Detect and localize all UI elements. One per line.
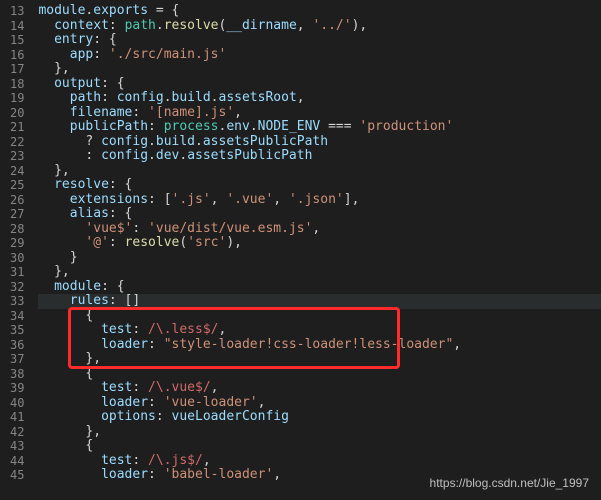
code-line[interactable]: ? config.build.assetsPublicPath xyxy=(38,135,601,150)
code-line[interactable]: } xyxy=(38,251,601,266)
code-line[interactable]: }, xyxy=(38,352,601,367)
line-number: 15 xyxy=(10,33,24,48)
line-number: 22 xyxy=(10,135,24,150)
code-line[interactable]: { xyxy=(38,439,601,454)
code-line[interactable]: entry: { xyxy=(38,33,601,48)
line-number: 19 xyxy=(10,91,24,106)
code-editor[interactable]: 1314151617181920212223242526272829303132… xyxy=(0,0,601,500)
code-line[interactable]: }, xyxy=(38,164,601,179)
line-number: 18 xyxy=(10,77,24,92)
code-line[interactable]: publicPath: process.env.NODE_ENV === 'pr… xyxy=(38,120,601,135)
line-number: 44 xyxy=(10,454,24,469)
code-line[interactable]: output: { xyxy=(38,77,601,92)
line-number: 24 xyxy=(10,164,24,179)
line-number: 35 xyxy=(10,323,24,338)
code-line[interactable]: alias: { xyxy=(38,207,601,222)
code-line[interactable]: }, xyxy=(38,425,601,440)
code-line[interactable]: test: /\.less$/, xyxy=(38,323,601,338)
line-number: 20 xyxy=(10,106,24,121)
line-number: 40 xyxy=(10,396,24,411)
code-line[interactable]: 'vue$': 'vue/dist/vue.esm.js', xyxy=(38,222,601,237)
line-number: 34 xyxy=(10,309,24,324)
code-line[interactable]: rules: [] xyxy=(38,294,601,309)
code-line[interactable]: '@': resolve('src'), xyxy=(38,236,601,251)
code-line[interactable]: module: { xyxy=(38,280,601,295)
watermark: https://blog.csdn.net/Jie_1997 xyxy=(430,476,589,490)
line-number: 25 xyxy=(10,178,24,193)
code-line[interactable]: { xyxy=(38,367,601,382)
code-line[interactable]: resolve: { xyxy=(38,178,601,193)
line-number: 21 xyxy=(10,120,24,135)
line-number: 31 xyxy=(10,265,24,280)
line-number: 26 xyxy=(10,193,24,208)
line-number: 39 xyxy=(10,381,24,396)
line-number: 32 xyxy=(10,280,24,295)
line-number: 14 xyxy=(10,19,24,34)
code-line[interactable]: app: './src/main.js' xyxy=(38,48,601,63)
line-number: 30 xyxy=(10,251,24,266)
line-number: 16 xyxy=(10,48,24,63)
code-line[interactable]: loader: "style-loader!css-loader!less-lo… xyxy=(38,338,601,353)
code-line[interactable]: options: vueLoaderConfig xyxy=(38,410,601,425)
line-number: 23 xyxy=(10,149,24,164)
code-line[interactable]: module.exports = { xyxy=(38,4,601,19)
code-line[interactable]: loader: 'vue-loader', xyxy=(38,396,601,411)
line-number: 43 xyxy=(10,439,24,454)
line-number: 36 xyxy=(10,338,24,353)
code-area[interactable]: module.exports = { context: path.resolve… xyxy=(38,0,601,500)
line-number: 33 xyxy=(10,294,24,309)
code-line[interactable]: test: /\.js$/, xyxy=(38,454,601,469)
code-line[interactable]: }, xyxy=(38,62,601,77)
code-line[interactable]: test: /\.vue$/, xyxy=(38,381,601,396)
line-number: 13 xyxy=(10,4,24,19)
line-number: 28 xyxy=(10,222,24,237)
line-numbers-gutter: 1314151617181920212223242526272829303132… xyxy=(0,0,38,500)
code-line[interactable]: }, xyxy=(38,265,601,280)
line-number: 45 xyxy=(10,468,24,483)
line-number: 17 xyxy=(10,62,24,77)
line-number: 29 xyxy=(10,236,24,251)
line-number: 38 xyxy=(10,367,24,382)
line-number: 27 xyxy=(10,207,24,222)
code-line[interactable]: context: path.resolve(__dirname, '../'), xyxy=(38,19,601,34)
line-number: 42 xyxy=(10,425,24,440)
line-number: 37 xyxy=(10,352,24,367)
code-line[interactable]: : config.dev.assetsPublicPath xyxy=(38,149,601,164)
code-line[interactable]: filename: '[name].js', xyxy=(38,106,601,121)
line-number: 41 xyxy=(10,410,24,425)
code-line[interactable]: { xyxy=(38,309,601,324)
code-line[interactable]: path: config.build.assetsRoot, xyxy=(38,91,601,106)
code-line[interactable]: extensions: ['.js', '.vue', '.json'], xyxy=(38,193,601,208)
